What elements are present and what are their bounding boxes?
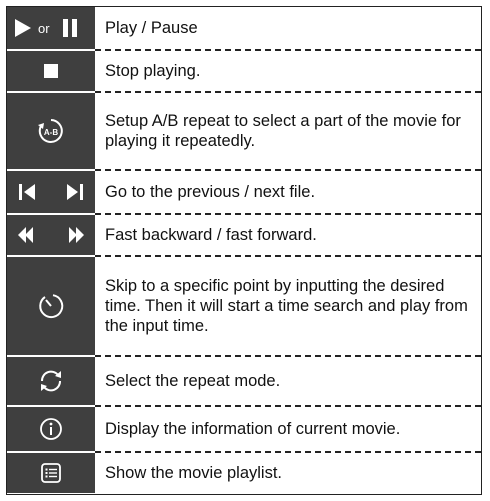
table-row: Stop playing.	[7, 51, 481, 91]
table-row: Select the repeat mode.	[7, 357, 481, 405]
table-row: Fast backward / fast forward.	[7, 215, 481, 255]
table-row: Skip to a specific point by inputting th…	[7, 257, 481, 355]
row-description: Select the repeat mode.	[105, 372, 281, 390]
row-description: Display the information of current movie…	[105, 420, 401, 438]
icon-cell: A-B	[7, 93, 95, 169]
table-row: or Play / Pause	[7, 7, 481, 49]
icon-cell	[7, 407, 95, 451]
table-row: Display the information of current movie…	[7, 407, 481, 451]
icon-cell	[7, 357, 95, 405]
stop-icon	[44, 64, 58, 78]
row-description: Stop playing.	[105, 62, 201, 80]
icon-cell	[7, 453, 95, 493]
table-row: Show the movie playlist.	[7, 453, 481, 493]
ab-label: A-B	[44, 128, 58, 137]
row-description: Fast backward / fast forward.	[105, 226, 317, 244]
row-description: Setup A/B repeat to select a part of the…	[105, 112, 461, 150]
row-description: Show the movie playlist.	[105, 464, 282, 482]
icon-cell: or	[7, 7, 95, 49]
icon-cell	[7, 257, 95, 355]
table-row: Go to the previous / next file.	[7, 171, 481, 213]
ab-repeat-icon: A-B	[38, 119, 63, 143]
row-description: Go to the previous / next file.	[105, 183, 316, 201]
playlist-icon	[41, 463, 61, 483]
time-search-icon	[39, 294, 64, 319]
icon-cell	[7, 171, 95, 213]
table-row: A-B Setup A/B repeat to select a part of…	[7, 93, 481, 169]
row-description: Play / Pause	[105, 19, 198, 37]
info-icon	[40, 418, 62, 440]
play-pause-icon: or	[15, 19, 77, 37]
controls-table: or Play / Pause Stop playing. A-B Setup …	[6, 6, 482, 495]
repeat-icon	[40, 370, 62, 392]
icon-cell	[7, 215, 95, 255]
or-label: or	[38, 21, 50, 36]
rewind-forward-icon	[18, 227, 84, 243]
icon-cell	[7, 51, 95, 91]
row-description: Skip to a specific point by inputting th…	[105, 277, 468, 335]
prev-next-icon	[19, 184, 83, 200]
